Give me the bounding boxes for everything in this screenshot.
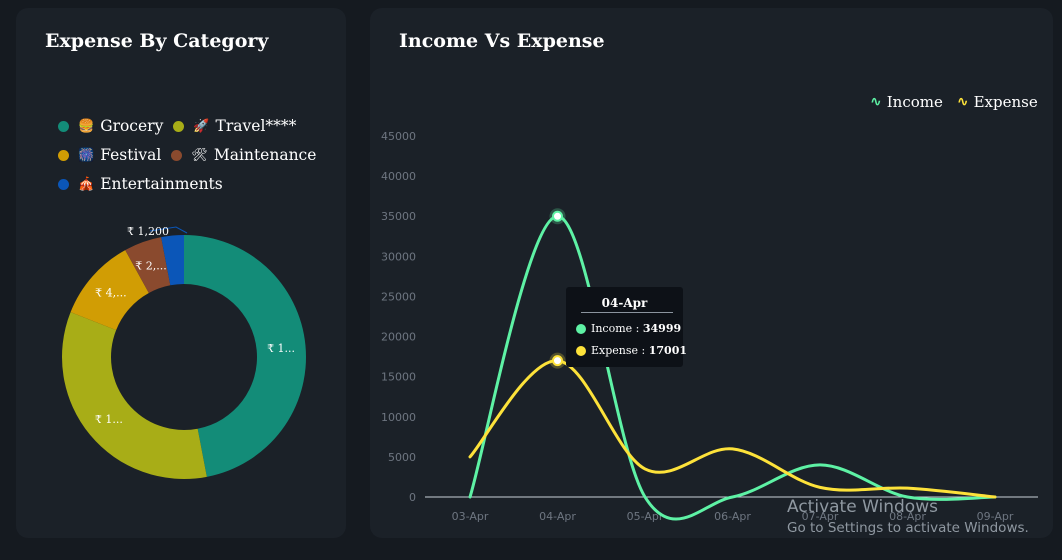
legend-item-income[interactable]: ∿ Income	[870, 93, 943, 111]
tooltip-label-income: Income :	[591, 322, 640, 335]
income-expense-line-chart: 0 5000 10000 15000 20000 25000 30000 35000 40000…	[381, 130, 1038, 523]
tooltip-title: 04-Apr	[601, 296, 648, 310]
activate-windows-watermark: Activate Windows Go to Settings to activ…	[787, 497, 1029, 537]
x-tick-label: 06-Apr	[714, 510, 751, 523]
expense-series-icon: ∿	[956, 94, 969, 110]
y-tick-label: 10000	[381, 411, 416, 424]
income-series-icon: ∿	[870, 94, 882, 110]
y-tick-label: 15000	[381, 371, 416, 384]
y-tick-label: 20000	[381, 331, 416, 344]
tooltip-row-expense: Expense : 17001	[576, 344, 687, 357]
tooltip-label-expense: Expense :	[591, 344, 646, 357]
legend-item-expense[interactable]: ∿ Expense	[957, 93, 1038, 111]
series-line-income[interactable]	[468, 214, 997, 521]
tooltip-value-expense: 17001	[648, 344, 688, 357]
y-tick-label: 45000	[381, 130, 416, 143]
highlight-point-income[interactable]	[552, 210, 563, 222]
legend-label-income: Income	[886, 93, 943, 111]
highlight-point-expense[interactable]	[552, 355, 563, 367]
tooltip-divider	[581, 312, 673, 313]
y-tick-label: 5000	[388, 451, 416, 464]
line-chart-legend: ∿ Income ∿ Expense	[870, 93, 1052, 111]
y-tick-label: 0	[409, 491, 416, 504]
tooltip-dot-expense	[576, 345, 586, 356]
watermark-subtitle: Go to Settings to activate Windows.	[787, 520, 1029, 536]
watermark-title: Activate Windows	[787, 497, 938, 517]
y-tick-label: 25000	[381, 290, 416, 303]
y-tick-label: 40000	[381, 170, 416, 183]
series-line-expense[interactable]	[468, 359, 997, 499]
chart-tooltip: 04-Apr Income : 34999 Expense : 17001	[566, 287, 687, 367]
x-tick-label: 03-Apr	[452, 510, 489, 523]
y-tick-label: 35000	[381, 210, 416, 223]
tooltip-dot-income	[576, 323, 586, 334]
y-tick-label: 30000	[381, 250, 416, 263]
legend-label-expense: Expense	[973, 93, 1038, 111]
tooltip-value-income: 34999	[642, 322, 682, 335]
tooltip-row-income: Income : 34999	[576, 322, 681, 335]
x-tick-label: 04-Apr	[539, 510, 576, 523]
